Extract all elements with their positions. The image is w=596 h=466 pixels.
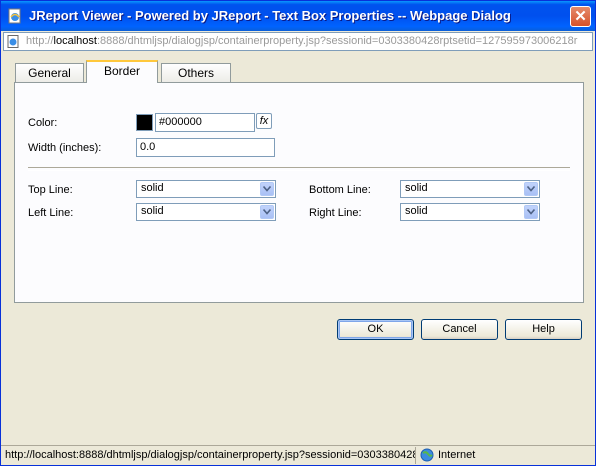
status-divider [415, 447, 416, 464]
chevron-down-icon[interactable] [260, 182, 274, 196]
status-url: http://localhost:8888/dhtmljsp/dialogjsp… [5, 449, 415, 461]
width-label: Width (inches): [28, 142, 102, 154]
address-url: http://localhost:8888/dhtmljsp/dialogjsp… [26, 35, 577, 47]
right-line-label: Right Line: [309, 207, 362, 219]
color-swatch[interactable] [136, 114, 153, 131]
separator [28, 167, 570, 171]
tab-others[interactable]: Others [161, 63, 231, 83]
dialog-window: JReport Viewer - Powered by JReport - Te… [0, 0, 596, 466]
bottom-line-value: solid [405, 182, 428, 194]
globe-icon [420, 448, 434, 462]
left-line-select[interactable]: solid [136, 203, 276, 221]
right-line-value: solid [405, 205, 428, 217]
page-icon [7, 35, 19, 48]
close-button[interactable]: ✕ [570, 6, 591, 27]
address-rest: :8888/dhtmljsp/dialogjsp/containerproper… [96, 35, 578, 47]
color-label: Color: [28, 117, 58, 129]
width-input[interactable]: 0.0 [136, 138, 275, 157]
address-host: localhost [53, 35, 97, 47]
chevron-down-icon[interactable] [260, 205, 274, 219]
ie-page-icon [8, 8, 21, 24]
left-line-label: Left Line: [28, 207, 74, 219]
top-line-label: Top Line: [28, 184, 73, 196]
tab-general[interactable]: General [15, 63, 84, 83]
ok-button[interactable]: OK [337, 319, 414, 340]
close-icon: ✕ [574, 8, 587, 25]
status-bar: http://localhost:8888/dhtmljsp/dialogjsp… [1, 445, 595, 465]
left-line-value: solid [141, 205, 164, 217]
chevron-down-icon[interactable] [524, 205, 538, 219]
cancel-button[interactable]: Cancel [421, 319, 498, 340]
bottom-line-select[interactable]: solid [400, 180, 540, 198]
title-bar[interactable]: JReport Viewer - Powered by JReport - Te… [1, 1, 595, 31]
help-button[interactable]: Help [505, 319, 582, 340]
tab-border[interactable]: Border [86, 60, 158, 83]
top-line-select[interactable]: solid [136, 180, 276, 198]
color-input[interactable]: #000000 [155, 113, 255, 132]
window-title: JReport Viewer - Powered by JReport - Te… [29, 8, 511, 23]
address-bar: http://localhost:8888/dhtmljsp/dialogjsp… [3, 32, 593, 51]
chevron-down-icon[interactable] [524, 182, 538, 196]
top-line-value: solid [141, 182, 164, 194]
fx-button[interactable]: fx [256, 113, 272, 129]
address-prefix: http:// [26, 35, 54, 47]
security-zone: Internet [438, 449, 476, 461]
bottom-line-label: Bottom Line: [309, 184, 371, 196]
right-line-select[interactable]: solid [400, 203, 540, 221]
